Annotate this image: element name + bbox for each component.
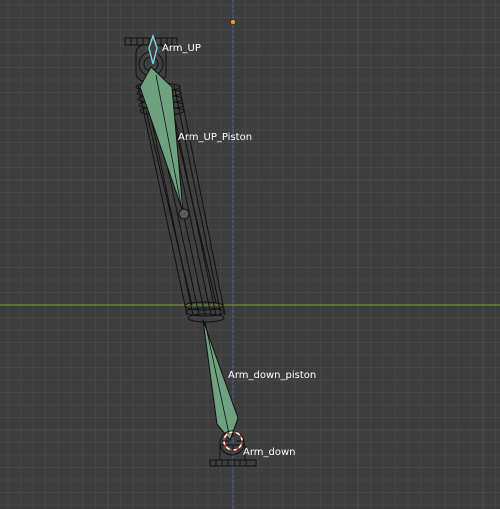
bone-label-arm-up-piston: Arm_UP_Piston <box>178 132 252 143</box>
viewport-canvas[interactable]: Arm_UP Arm_UP_Piston Arm_down_piston Arm… <box>0 0 500 509</box>
bone-label-arm-up: Arm_UP <box>162 43 201 54</box>
viewport-grid <box>0 0 500 509</box>
object-origin-icon[interactable] <box>230 19 236 25</box>
3d-viewport[interactable]: Arm_UP Arm_UP_Piston Arm_down_piston Arm… <box>0 0 500 509</box>
bone-arm-up[interactable] <box>148 33 158 65</box>
bone-arm-up-piston-tail[interactable] <box>178 208 190 220</box>
bone-label-arm-down-piston: Arm_down_piston <box>228 370 316 381</box>
bone-label-arm-down: Arm_down <box>243 447 296 458</box>
